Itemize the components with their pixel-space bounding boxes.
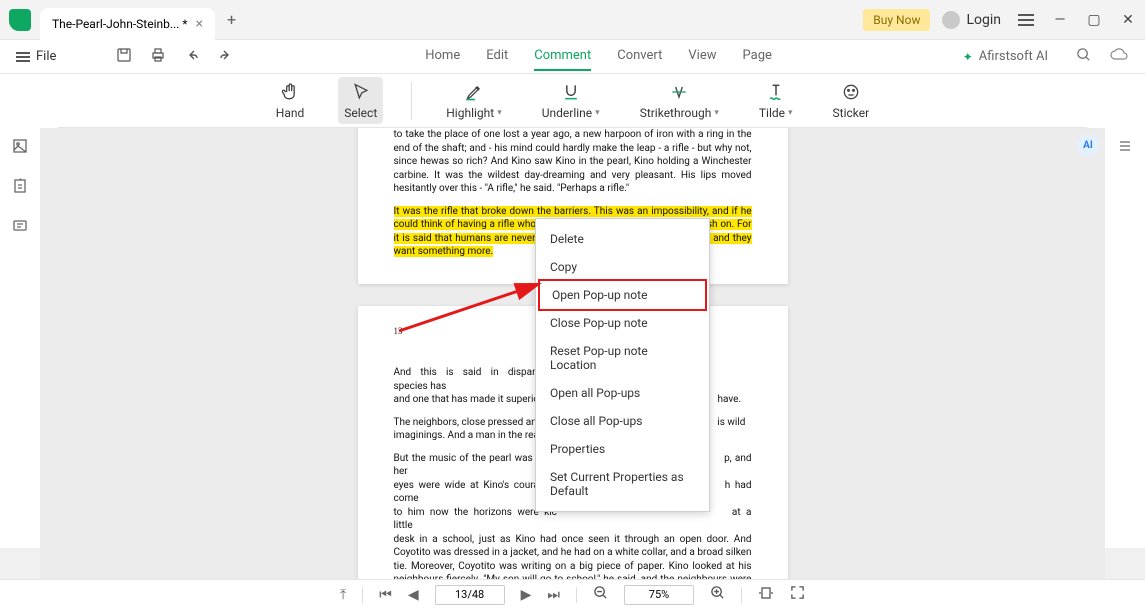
tool-strike-label: Strikethrough <box>640 106 712 120</box>
titlebar: The-Pearl-John-Steinb... * × + Buy Now L… <box>0 0 1145 40</box>
first-page-icon[interactable]: ⏮ <box>379 587 392 603</box>
tab-edit[interactable]: Edit <box>486 42 508 71</box>
tool-hand[interactable]: Hand <box>270 77 310 124</box>
tool-sticker-label: Sticker <box>833 106 870 120</box>
save-icon[interactable] <box>116 47 132 67</box>
scroll-top-icon[interactable]: ⤒ <box>340 587 346 603</box>
tab-comment[interactable]: Comment <box>534 42 591 71</box>
ctx-delete[interactable]: Delete <box>536 225 709 253</box>
context-menu: Delete Copy Open Pop-up note Close Pop-u… <box>535 218 710 512</box>
quick-toolbar: File Home Edit Comment Convert View Page… <box>0 40 1145 74</box>
tool-tilde-label: Tilde <box>759 106 785 120</box>
tool-hand-label: Hand <box>276 106 304 120</box>
callout-arrow <box>394 276 554 336</box>
undo-icon[interactable] <box>184 47 200 67</box>
chevron-down-icon[interactable]: ▾ <box>788 108 793 118</box>
tool-select-label: Select <box>344 106 377 120</box>
tool-select[interactable]: Select <box>338 77 383 124</box>
fullscreen-icon[interactable] <box>790 585 805 604</box>
ctx-close-popup-note[interactable]: Close Pop-up note <box>536 309 709 337</box>
fit-width-icon[interactable] <box>758 586 774 604</box>
login-button[interactable]: Login <box>942 11 1001 29</box>
left-sidebar <box>0 128 40 548</box>
highlight-icon <box>463 81 485 103</box>
hamburger-icon <box>1018 19 1034 21</box>
login-label: Login <box>966 12 1001 28</box>
ctx-reset-popup-location[interactable]: Reset Pop-up note Location <box>536 337 709 379</box>
thumbnail-panel-icon[interactable] <box>12 138 28 158</box>
tool-sticker[interactable]: Sticker <box>827 77 876 124</box>
hand-icon <box>279 81 301 103</box>
prev-page-icon[interactable]: ◀ <box>408 587 419 603</box>
avatar-icon <box>942 11 960 29</box>
maximize-button[interactable]: ▢ <box>1077 0 1111 40</box>
doc-paragraph[interactable]: to take the place of one lost a year ago… <box>394 128 752 196</box>
ai-button[interactable]: ✦ Afirstsoft AI <box>963 49 1048 64</box>
page-input[interactable] <box>435 585 505 605</box>
collapse-panel-icon[interactable] <box>1117 138 1133 158</box>
tool-strikethrough[interactable]: Strikethrough▾ <box>634 77 725 124</box>
file-menu-button[interactable]: File <box>16 49 56 64</box>
tool-highlight[interactable]: Highlight▾ <box>440 77 507 124</box>
main-tabs: Home Edit Comment Convert View Page <box>252 42 944 71</box>
tab-page[interactable]: Page <box>743 42 772 71</box>
minimize-button[interactable]: — <box>1043 0 1077 40</box>
next-page-icon[interactable]: ▶ <box>521 587 532 603</box>
redo-icon[interactable] <box>218 47 234 67</box>
app-logo <box>0 0 40 40</box>
chevron-down-icon[interactable]: ▾ <box>714 108 719 118</box>
tab-convert[interactable]: Convert <box>617 42 662 71</box>
right-sidebar <box>1105 128 1145 548</box>
annotation-panel-icon[interactable] <box>12 218 28 238</box>
tilde-icon <box>765 81 787 103</box>
cloud-icon[interactable] <box>1109 47 1129 67</box>
last-page-icon[interactable]: ⏭ <box>547 587 560 603</box>
search-icon[interactable] <box>1076 47 1091 66</box>
ctx-open-popup-note[interactable]: Open Pop-up note <box>538 279 707 311</box>
sparkle-icon: ✦ <box>963 50 973 64</box>
status-bar: ⤒ ⏮ ◀ ▶ ⏭ <box>0 579 1145 609</box>
tab-home[interactable]: Home <box>425 42 460 71</box>
underline-icon <box>560 81 582 103</box>
cursor-icon <box>350 81 372 103</box>
zoom-in-icon[interactable] <box>710 585 725 604</box>
tool-tilde[interactable]: Tilde▾ <box>753 77 799 124</box>
ctx-set-default[interactable]: Set Current Properties as Default <box>536 463 709 505</box>
tool-highlight-label: Highlight <box>446 106 494 120</box>
zoom-input[interactable] <box>624 585 694 605</box>
hamburger-icon <box>16 56 30 58</box>
ctx-close-all-popups[interactable]: Close all Pop-ups <box>536 407 709 435</box>
buy-now-button[interactable]: Buy Now <box>863 9 930 31</box>
ctx-open-all-popups[interactable]: Open all Pop-ups <box>536 379 709 407</box>
document-tab[interactable]: The-Pearl-John-Steinb... * × <box>40 8 215 40</box>
add-tab-button[interactable]: + <box>227 10 236 29</box>
tab-title: The-Pearl-John-Steinb... * <box>52 17 188 31</box>
print-icon[interactable] <box>150 47 166 67</box>
strikethrough-icon <box>668 81 690 103</box>
tab-view[interactable]: View <box>688 42 716 71</box>
close-window-button[interactable]: ✕ <box>1111 0 1145 40</box>
close-icon[interactable]: × <box>196 16 203 32</box>
menu-button[interactable] <box>1009 0 1043 40</box>
zoom-out-icon[interactable] <box>593 585 608 604</box>
tool-underline[interactable]: Underline▾ <box>536 77 606 124</box>
tool-underline-label: Underline <box>542 106 592 120</box>
file-label: File <box>36 49 56 64</box>
sticker-icon <box>840 81 862 103</box>
ai-assistant-badge[interactable]: AI <box>1077 134 1099 156</box>
ctx-properties[interactable]: Properties <box>536 435 709 463</box>
ctx-copy[interactable]: Copy <box>536 253 709 281</box>
ai-label-text: Afirstsoft AI <box>979 49 1048 64</box>
chevron-down-icon[interactable]: ▾ <box>595 108 600 118</box>
document-viewport[interactable]: AI to take the place of one lost a year … <box>40 128 1105 579</box>
chevron-down-icon[interactable]: ▾ <box>497 108 502 118</box>
window-controls: — ▢ ✕ <box>1009 0 1145 40</box>
comment-ribbon: Hand Select Highlight▾ Underline▾ Strike… <box>58 74 1087 128</box>
bookmark-panel-icon[interactable] <box>12 178 28 198</box>
